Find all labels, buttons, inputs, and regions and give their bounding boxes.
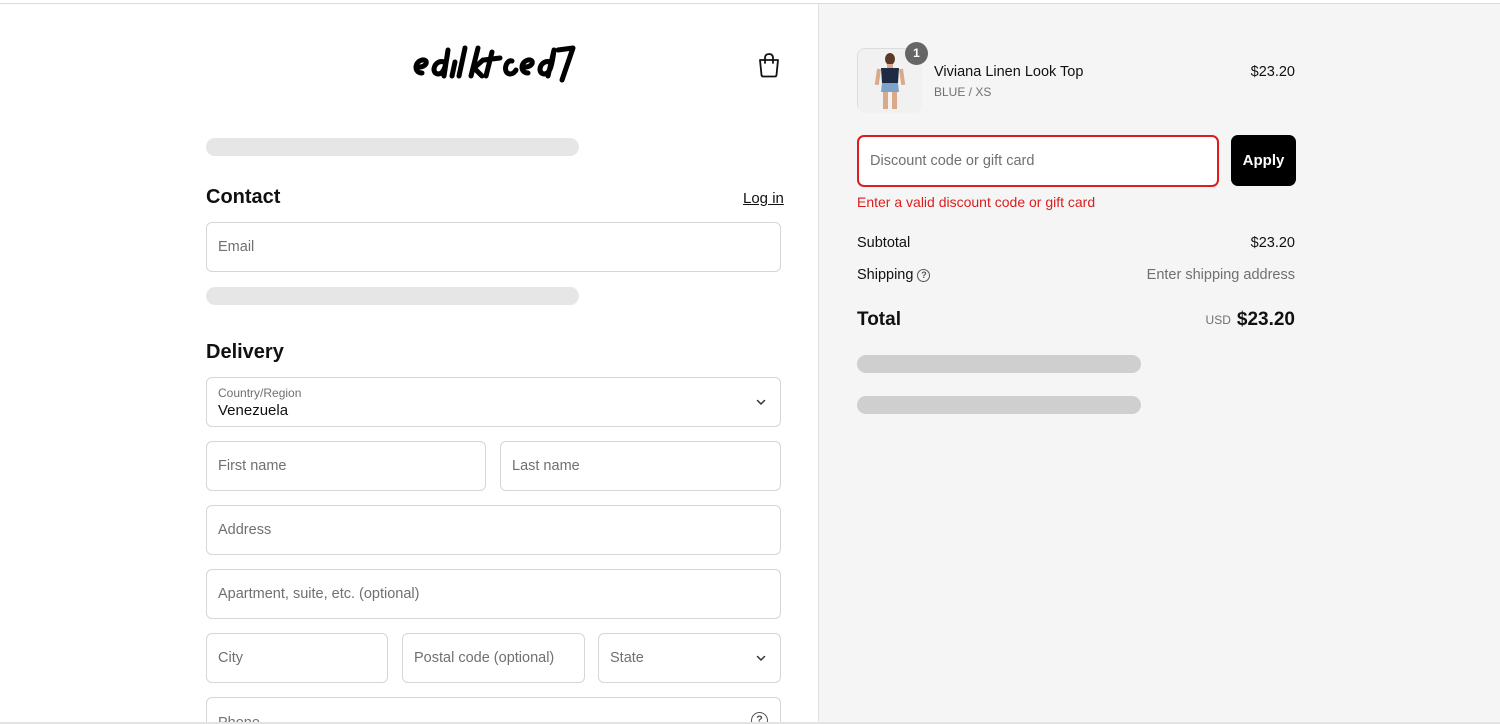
chevron-down-icon — [756, 399, 766, 405]
shipping-label: Shipping — [857, 267, 914, 283]
shipping-help-icon[interactable]: ? — [917, 269, 931, 282]
total-row-value: USD $23.20 — [1206, 309, 1295, 331]
discount-code-input[interactable]: Discount code or gift card — [857, 135, 1219, 187]
product-variant: BLUE / XS — [934, 85, 992, 99]
state-placeholder: State — [610, 650, 644, 666]
postal-code-placeholder: Postal code (optional) — [414, 650, 555, 666]
loading-placeholder — [857, 355, 1141, 373]
subtotal-value: $23.20 — [1250, 235, 1295, 251]
login-link[interactable]: Log in — [743, 190, 784, 207]
city-placeholder: City — [218, 650, 243, 666]
loading-placeholder — [206, 287, 579, 305]
loading-placeholder — [857, 396, 1141, 414]
discount-placeholder: Discount code or gift card — [870, 153, 1035, 169]
order-summary-column: 1 Viviana Linen Look Top BLUE / XS $23.2… — [818, 4, 1500, 722]
apartment-field[interactable]: Apartment, suite, etc. (optional) — [206, 569, 781, 619]
last-name-field[interactable]: Last name — [500, 441, 781, 491]
chevron-down-icon — [756, 655, 766, 661]
city-field[interactable]: City — [206, 633, 388, 683]
country-select[interactable]: Country/Region Venezuela — [206, 377, 781, 427]
brand-logo[interactable] — [408, 40, 578, 90]
first-name-field[interactable]: First name — [206, 441, 486, 491]
phone-field[interactable]: Phone ? — [206, 697, 781, 724]
country-value: Venezuela — [218, 402, 289, 419]
quantity-badge: 1 — [905, 42, 928, 65]
shipping-row: Shipping? — [857, 267, 931, 283]
apartment-placeholder: Apartment, suite, etc. (optional) — [218, 586, 420, 602]
country-label: Country/Region — [218, 386, 302, 400]
shipping-value: Enter shipping address — [1146, 267, 1295, 283]
total-amount: $23.20 — [1236, 309, 1295, 330]
delivery-heading: Delivery — [206, 341, 284, 363]
discount-error-message: Enter a valid discount code or gift card — [857, 194, 1096, 210]
address-field[interactable]: Address — [206, 505, 781, 555]
shopping-bag-icon[interactable] — [757, 52, 781, 78]
postal-code-field[interactable]: Postal code (optional) — [402, 633, 585, 683]
total-label: Total — [857, 309, 901, 330]
apply-discount-button[interactable]: Apply — [1231, 135, 1296, 186]
contact-heading: Contact — [206, 186, 281, 208]
loading-placeholder — [206, 138, 579, 156]
email-field[interactable]: Email — [206, 222, 781, 272]
product-price: $23.20 — [1250, 64, 1295, 80]
email-placeholder: Email — [218, 239, 255, 255]
product-name: Viviana Linen Look Top — [934, 64, 1084, 80]
state-select[interactable]: State — [598, 633, 781, 683]
address-placeholder: Address — [218, 522, 272, 538]
checkout-form-column: Contact Log in Email Delivery Country/Re… — [0, 4, 818, 724]
first-name-placeholder: First name — [218, 458, 287, 474]
last-name-placeholder: Last name — [512, 458, 580, 474]
subtotal-label: Subtotal — [857, 235, 911, 251]
currency-code: USD — [1205, 313, 1231, 327]
